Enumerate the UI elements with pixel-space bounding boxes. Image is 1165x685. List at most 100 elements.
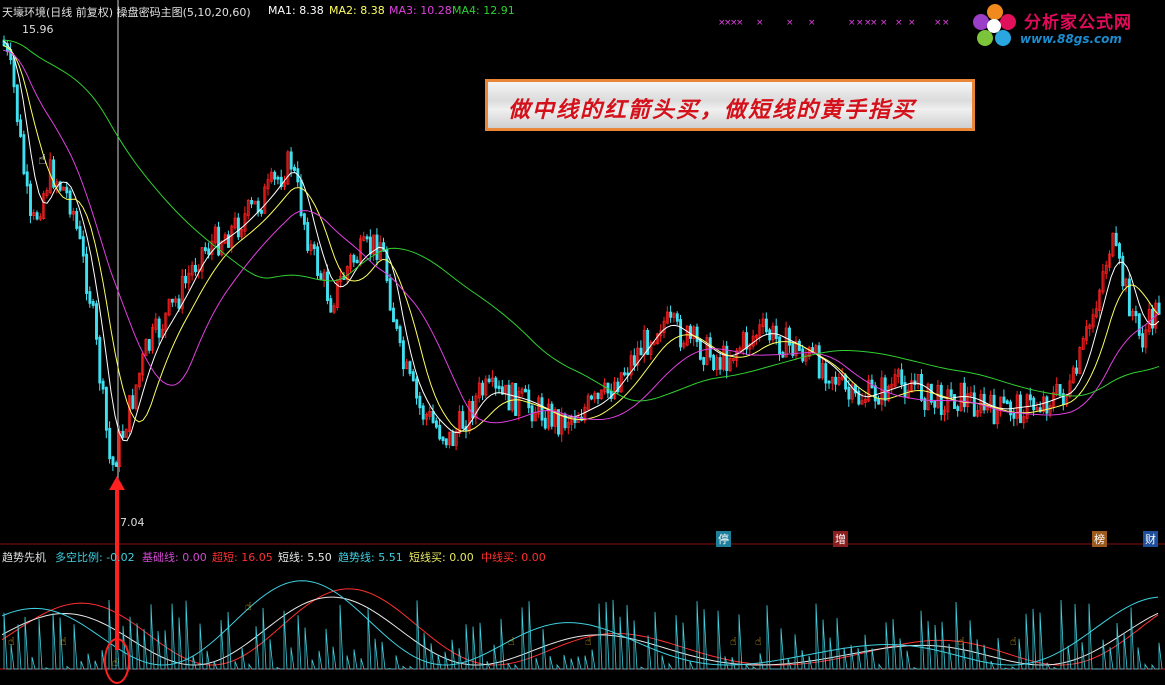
candle — [15, 84, 19, 123]
candle — [25, 171, 29, 187]
candle — [1137, 313, 1141, 336]
candle — [81, 236, 85, 257]
candle — [695, 326, 699, 343]
candle — [1058, 384, 1062, 396]
event-marker-add[interactable]: 增 — [833, 531, 848, 547]
candle — [444, 438, 448, 446]
candle — [494, 377, 498, 389]
candle — [299, 179, 303, 217]
candle — [801, 348, 805, 362]
event-marker-stop[interactable]: 停 — [716, 531, 731, 547]
candle — [273, 171, 277, 180]
event-marker-finance[interactable]: 财 — [1143, 531, 1158, 547]
candle — [827, 380, 831, 384]
candle — [900, 369, 904, 385]
candle — [293, 166, 296, 171]
candle — [788, 327, 791, 346]
sub-item-long-short: 多空比例: -0.02 — [55, 551, 135, 564]
candle — [441, 436, 445, 442]
candle — [557, 409, 560, 435]
candle — [1157, 302, 1161, 315]
candle — [75, 211, 79, 229]
candle — [1114, 232, 1118, 246]
candle — [524, 388, 527, 393]
candle — [1075, 367, 1079, 374]
candle — [352, 254, 356, 263]
candle — [170, 298, 174, 303]
candle — [375, 234, 379, 260]
flower-logo-icon — [973, 4, 1016, 46]
candle — [12, 57, 16, 88]
candle — [114, 462, 118, 467]
candle — [481, 382, 485, 396]
candle — [177, 298, 181, 309]
candle — [438, 424, 442, 440]
candle — [1012, 412, 1016, 419]
candle — [326, 271, 329, 301]
candle — [1005, 400, 1009, 405]
candle — [1134, 311, 1138, 317]
candle — [312, 244, 316, 250]
candle — [953, 394, 956, 409]
candle — [718, 357, 722, 370]
candle — [22, 134, 26, 175]
candle — [104, 386, 108, 431]
candle — [527, 389, 531, 409]
candle — [401, 340, 405, 370]
chart-header: 天壕环境(日线 前复权) 操盘密码主图(5,10,20,60) MA1: 8.3… — [0, 0, 980, 22]
candle — [85, 253, 89, 294]
candle — [471, 401, 475, 419]
candle — [883, 377, 887, 401]
sub-item-mid-buy: 中线买: 0.00 — [481, 551, 546, 564]
candle — [933, 399, 937, 408]
candle — [250, 200, 254, 205]
buy-signal-hand-icon: ☝ — [112, 656, 119, 669]
candle — [632, 355, 636, 366]
sub-ultra-short-line — [1, 588, 1159, 666]
candle — [507, 384, 511, 411]
candle — [817, 345, 821, 379]
candle — [111, 456, 115, 466]
candle — [590, 395, 593, 400]
candle — [131, 395, 135, 409]
candle — [207, 248, 211, 255]
candle — [1002, 396, 1006, 404]
candle — [972, 392, 976, 417]
candle — [1045, 396, 1049, 414]
short-buy-hand-icon: ☝ — [508, 635, 515, 648]
high-price-label: 15.96 — [22, 23, 54, 36]
candle — [306, 222, 310, 251]
sub-item-ultra-short: 超短: 16.05 — [212, 551, 273, 564]
logo-url: www.88gs.com — [1020, 32, 1122, 46]
candle — [497, 385, 501, 390]
candle — [1032, 397, 1036, 411]
candle — [203, 247, 207, 252]
candle — [712, 354, 716, 370]
candle — [639, 347, 643, 356]
candle — [834, 376, 838, 385]
candle — [98, 337, 102, 384]
candle — [365, 236, 369, 240]
chart-title: 天壕环境(日线 前复权) 操盘密码主图(5,10,20,60) — [2, 6, 251, 19]
short-buy-hand-icon: ☝ — [585, 635, 592, 648]
banner-text: 做中线的红箭头买，做短线的黄手指买 — [508, 97, 917, 123]
candle — [395, 319, 399, 329]
candle — [920, 373, 923, 401]
short-buy-hand-icon: ☝ — [730, 635, 737, 648]
candle — [95, 303, 98, 340]
candle — [101, 380, 105, 390]
sub-indicator-header: 趋势先机 多空比例: -0.02 基础线: 0.00 超短: 16.05 短线:… — [0, 547, 1165, 564]
candle — [768, 329, 772, 341]
candle — [675, 313, 679, 322]
candle — [91, 301, 95, 306]
hand-cursor-icon: ☝ — [38, 152, 47, 168]
candle — [847, 386, 851, 400]
event-marker-rank[interactable]: 榜 — [1092, 531, 1107, 547]
candle — [260, 209, 263, 214]
ma2-value: MA2: 8.38 — [329, 4, 385, 17]
ma3-value: MA3: 10.28 — [389, 4, 452, 17]
candle — [411, 371, 415, 382]
candle — [415, 378, 419, 399]
candle — [461, 411, 465, 429]
candle — [1121, 255, 1125, 287]
